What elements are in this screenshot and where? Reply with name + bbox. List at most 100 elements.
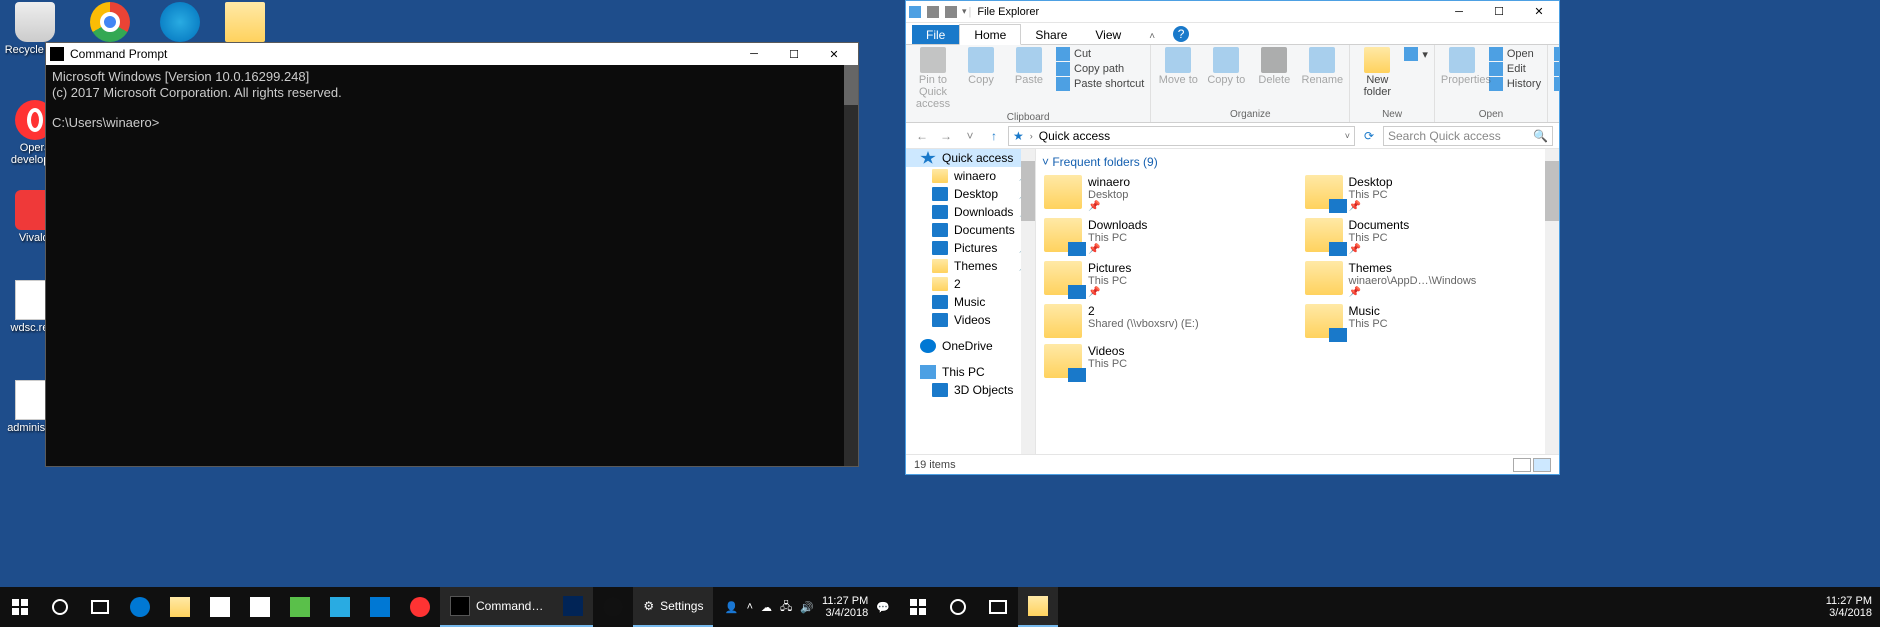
- nav-item[interactable]: 2: [906, 275, 1035, 293]
- nav-item[interactable]: Desktop📌: [906, 185, 1035, 203]
- move-to-button[interactable]: Move to: [1157, 47, 1199, 86]
- start-button[interactable]: [0, 587, 40, 627]
- onedrive-icon[interactable]: ☁: [761, 601, 772, 614]
- folder-tile[interactable]: DocumentsThis PC📌: [1303, 216, 1554, 257]
- maximize-button[interactable]: ☐: [774, 43, 814, 65]
- close-button[interactable]: ✕: [1519, 1, 1559, 23]
- taskbar-mail-icon[interactable]: [240, 587, 280, 627]
- paste-button[interactable]: Paste: [1008, 47, 1050, 86]
- history-button[interactable]: History: [1489, 77, 1541, 91]
- taskbar-right[interactable]: 11:27 PM 3/4/2018: [898, 587, 1880, 627]
- taskbar-app-icon[interactable]: [360, 587, 400, 627]
- clock[interactable]: 11:27 PM 3/4/2018: [822, 595, 868, 619]
- section-header[interactable]: ˅ Frequent folders (9): [1042, 155, 1553, 169]
- tab-view[interactable]: View: [1081, 25, 1135, 44]
- cmd-body[interactable]: Microsoft Windows [Version 10.0.16299.24…: [46, 65, 858, 466]
- copy-path-button[interactable]: Copy path: [1056, 62, 1144, 76]
- folder-tile[interactable]: MusicThis PC: [1303, 302, 1554, 340]
- select-all-button[interactable]: Select all: [1554, 47, 1559, 61]
- ribbon-collapse-icon[interactable]: ˄: [1135, 28, 1169, 44]
- taskbar-powershell-icon[interactable]: [553, 587, 593, 627]
- maximize-button[interactable]: ☐: [1479, 1, 1519, 23]
- qat-dropdown-icon[interactable]: ▾: [962, 6, 967, 17]
- nav-item[interactable]: This PC: [906, 363, 1035, 381]
- minimize-button[interactable]: ─: [1439, 1, 1479, 23]
- nav-item[interactable]: Documents📌: [906, 221, 1035, 239]
- cut-button[interactable]: Cut: [1056, 47, 1144, 61]
- folder-tile[interactable]: DownloadsThis PC📌: [1042, 216, 1293, 257]
- cmd-scrollbar[interactable]: [844, 65, 858, 466]
- forward-button[interactable]: →: [936, 126, 956, 146]
- network-icon[interactable]: 🖧: [780, 598, 792, 617]
- properties-button[interactable]: Properties: [1441, 47, 1483, 86]
- nav-item[interactable]: Downloads📌: [906, 203, 1035, 221]
- select-none-button[interactable]: Select none: [1554, 62, 1559, 76]
- folder-tile[interactable]: 2Shared (\\vboxsrv) (E:): [1042, 302, 1293, 340]
- tab-home[interactable]: Home: [959, 24, 1021, 45]
- address-bar[interactable]: ★ › Quick access ˅: [1008, 126, 1355, 146]
- cmd-titlebar[interactable]: Command Prompt ─ ☐ ✕: [46, 43, 858, 65]
- volume-icon[interactable]: 🔊: [800, 601, 814, 614]
- close-button[interactable]: ✕: [814, 43, 854, 65]
- large-icons-view-button[interactable]: [1533, 458, 1551, 472]
- fe-titlebar[interactable]: ▾ | File Explorer ─ ☐ ✕: [906, 1, 1559, 23]
- taskbar-edge-icon[interactable]: [120, 587, 160, 627]
- people-icon[interactable]: 👤: [725, 601, 739, 614]
- taskbar-explorer-icon[interactable]: [160, 587, 200, 627]
- taskbar-app-icon[interactable]: [280, 587, 320, 627]
- desktop-icon[interactable]: [210, 2, 280, 44]
- copy-button[interactable]: Copy: [960, 47, 1002, 86]
- taskbar-store-icon[interactable]: [200, 587, 240, 627]
- navigation-pane[interactable]: Quick accesswinaero📌Desktop📌Downloads📌Do…: [906, 149, 1036, 454]
- taskbar-explorer-icon[interactable]: [1018, 587, 1058, 627]
- refresh-button[interactable]: ⟳: [1359, 126, 1379, 146]
- nav-item[interactable]: Videos: [906, 311, 1035, 329]
- nav-item[interactable]: 3D Objects: [906, 381, 1035, 399]
- nav-item[interactable]: OneDrive: [906, 337, 1035, 355]
- details-view-button[interactable]: [1513, 458, 1531, 472]
- nav-scrollbar-thumb[interactable]: [1021, 161, 1035, 221]
- recent-locations-button[interactable]: ˅: [960, 126, 980, 146]
- open-button[interactable]: Open: [1489, 47, 1541, 61]
- nav-item[interactable]: Quick access: [906, 149, 1035, 167]
- action-center-icon[interactable]: 💬: [876, 601, 890, 614]
- folder-tile[interactable]: winaeroDesktop📌: [1042, 173, 1293, 214]
- help-icon[interactable]: ?: [1173, 26, 1189, 42]
- paste-shortcut-button[interactable]: Paste shortcut: [1056, 77, 1144, 91]
- tab-share[interactable]: Share: [1021, 25, 1081, 44]
- nav-item[interactable]: Pictures📌: [906, 239, 1035, 257]
- clock[interactable]: 11:27 PM 3/4/2018: [1826, 595, 1872, 619]
- cmd-scrollbar-thumb[interactable]: [844, 65, 858, 105]
- delete-button[interactable]: Delete: [1253, 47, 1295, 86]
- folder-tile[interactable]: VideosThis PC: [1042, 342, 1293, 380]
- content-pane[interactable]: ˅ Frequent folders (9) winaeroDesktop📌De…: [1036, 149, 1559, 454]
- rename-button[interactable]: Rename: [1301, 47, 1343, 86]
- nav-item[interactable]: winaero📌: [906, 167, 1035, 185]
- taskbar-opera-icon[interactable]: [593, 587, 633, 627]
- folder-tile[interactable]: PicturesThis PC📌: [1042, 259, 1293, 300]
- new-folder-button[interactable]: New folder: [1356, 47, 1398, 98]
- invert-selection-button[interactable]: Invert selection: [1554, 77, 1559, 91]
- taskbar-left[interactable]: Command… ⚙Settings 👤 ˄ ☁ 🖧 🔊 11:27 PM 3/…: [0, 587, 898, 627]
- nav-scrollbar[interactable]: [1021, 149, 1035, 454]
- taskbar-settings-button[interactable]: ⚙Settings: [633, 587, 713, 627]
- back-button[interactable]: ←: [912, 126, 932, 146]
- qat-properties-icon[interactable]: [927, 6, 939, 18]
- desktop-icon[interactable]: [145, 2, 215, 44]
- tray-chevron-icon[interactable]: ˄: [747, 601, 753, 613]
- taskbar-cmd-button[interactable]: Command…: [440, 587, 553, 627]
- up-button[interactable]: ↑: [984, 126, 1004, 146]
- address-dropdown-icon[interactable]: ˅: [1345, 131, 1350, 141]
- pin-to-quick-access-button[interactable]: Pin to Quick access: [912, 47, 954, 110]
- edit-button[interactable]: Edit: [1489, 62, 1541, 76]
- taskbar-opera-icon[interactable]: [400, 587, 440, 627]
- start-button[interactable]: [898, 587, 938, 627]
- folder-tile[interactable]: DesktopThis PC📌: [1303, 173, 1554, 214]
- cortana-button[interactable]: [40, 587, 80, 627]
- cortana-button[interactable]: [938, 587, 978, 627]
- nav-item[interactable]: Themes📌: [906, 257, 1035, 275]
- minimize-button[interactable]: ─: [734, 43, 774, 65]
- nav-item[interactable]: Music: [906, 293, 1035, 311]
- folder-tile[interactable]: Themeswinaero\AppD…\Windows📌: [1303, 259, 1554, 300]
- task-view-button[interactable]: [978, 587, 1018, 627]
